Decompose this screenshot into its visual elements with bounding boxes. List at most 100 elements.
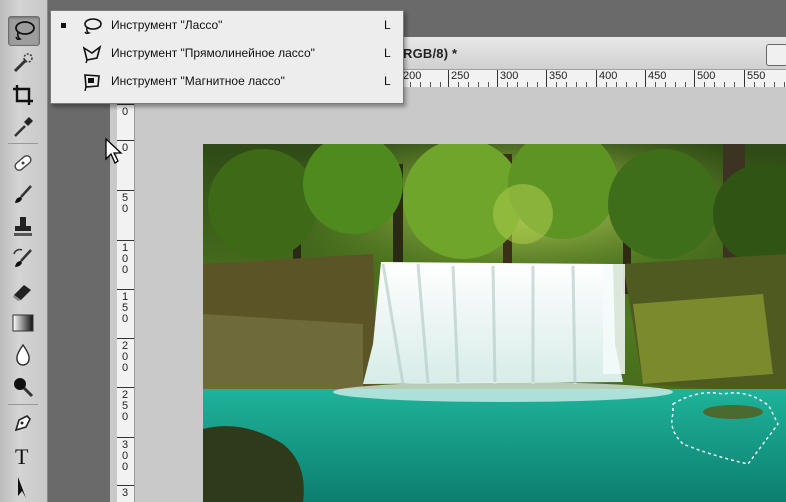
brush-icon (15, 185, 32, 203)
ruler-major-tick (117, 338, 134, 339)
gradient-tool-button[interactable] (4, 308, 42, 338)
clone-stamp-icon (14, 217, 32, 236)
ruler-label: 3 (121, 487, 129, 499)
ruler-major-tick (497, 70, 498, 87)
mouse-cursor-icon (105, 137, 123, 164)
eyedropper-tool-button[interactable] (4, 112, 42, 142)
ruler-label: 2 0 0 (121, 340, 129, 374)
crop-icon (13, 85, 33, 105)
flyout-item-magnetic-lasso[interactable]: Инструмент "Магнитное лассо" L (51, 69, 403, 95)
ruler-minor-tick (665, 82, 666, 87)
quick-selection-icon (13, 53, 33, 73)
toolbar-divider (8, 143, 38, 144)
svg-text:T: T (15, 444, 29, 468)
ruler-major-tick (117, 240, 134, 241)
flyout-item-polygonal-lasso[interactable]: Инструмент "Прямолинейное лассо" L (51, 41, 403, 67)
document-window-button[interactable] (766, 44, 786, 66)
ruler-major-tick (694, 70, 695, 87)
ruler-minor-tick (675, 82, 676, 87)
ruler-minor-tick (586, 82, 587, 87)
pen-tool-button[interactable] (4, 408, 42, 438)
waterfall-image (203, 144, 786, 502)
ruler-minor-tick (488, 82, 489, 87)
flyout-item-shortcut: L (384, 18, 391, 32)
ruler-label: 1 5 0 (121, 291, 129, 325)
ruler-minor-tick (704, 82, 705, 87)
brush-tool-button[interactable] (4, 180, 42, 210)
waterfall-photo[interactable] (203, 144, 786, 502)
ruler-label: 400 (599, 70, 618, 82)
ruler-minor-tick (537, 82, 538, 87)
ruler-minor-tick (527, 82, 528, 87)
flyout-item-shortcut: L (384, 74, 391, 88)
history-brush-tool-button[interactable] (4, 244, 42, 274)
path-selection-icon (18, 477, 26, 498)
type-icon: T (15, 444, 29, 468)
ruler-minor-tick (655, 82, 656, 87)
ruler-major-tick (596, 70, 597, 87)
ruler-label: 200 (403, 70, 422, 82)
flyout-item-label: Инструмент "Лассо" (111, 18, 223, 32)
ruler-minor-tick (507, 82, 508, 87)
ruler-major-tick (117, 190, 134, 191)
blur-tool-button[interactable] (4, 340, 42, 370)
ruler-minor-tick (458, 82, 459, 87)
ruler-minor-tick (606, 82, 607, 87)
ruler-minor-tick (576, 82, 577, 87)
selected-bullet-icon (61, 23, 66, 28)
gradient-icon (12, 314, 34, 332)
ruler-minor-tick (784, 82, 785, 87)
eraser-tool-button[interactable] (4, 276, 42, 306)
crop-tool-button[interactable] (4, 80, 42, 110)
ruler-major-tick (448, 70, 449, 87)
flyout-item-lasso[interactable]: Инструмент "Лассо" L (51, 13, 403, 39)
ruler-minor-tick (685, 82, 686, 87)
ruler-minor-tick (754, 82, 755, 87)
lasso-tool-button[interactable] (8, 16, 40, 46)
quick-selection-tool-button[interactable] (4, 48, 42, 78)
ruler-label: 550 (747, 70, 766, 82)
healing-brush-tool-button[interactable] (4, 148, 42, 178)
ruler-minor-tick (734, 82, 735, 87)
toolbar-divider (8, 404, 38, 405)
lasso-icon (84, 18, 102, 35)
ruler-minor-tick (420, 82, 421, 87)
ruler-minor-tick (566, 82, 567, 87)
ruler-minor-tick (556, 82, 557, 87)
ruler-label: 300 (500, 70, 519, 82)
ruler-minor-tick (440, 82, 441, 87)
ruler-minor-tick (774, 82, 775, 87)
ruler-label: 1 0 0 (121, 242, 129, 276)
ruler-minor-tick (410, 82, 411, 87)
ruler-label: 5 0 (121, 192, 129, 215)
ruler-major-tick (117, 437, 134, 438)
ruler-minor-tick (724, 82, 725, 87)
magnetic-lasso-icon (84, 74, 100, 92)
blur-icon (16, 343, 30, 366)
ruler-minor-tick (764, 82, 765, 87)
lasso-tools-flyout: Инструмент "Лассо" L Инструмент "Прямоли… (50, 10, 404, 104)
ruler-major-tick (744, 70, 745, 87)
ruler-major-tick (117, 485, 134, 486)
ruler-label: 3 0 0 (121, 439, 129, 473)
dodge-tool-button[interactable] (4, 372, 42, 402)
ruler-minor-tick (636, 82, 637, 87)
ruler-minor-tick (478, 82, 479, 87)
ruler-label: 500 (697, 70, 716, 82)
ruler-major-tick (546, 70, 547, 87)
path-selection-tool-button[interactable] (4, 472, 42, 502)
lasso-icon (15, 21, 35, 41)
eraser-icon (13, 285, 31, 301)
dodge-icon (14, 378, 34, 398)
ruler-minor-tick (616, 82, 617, 87)
flyout-item-label: Инструмент "Магнитное лассо" (111, 74, 285, 88)
type-tool-button[interactable]: T (4, 440, 42, 470)
healing-brush-icon (14, 155, 32, 171)
pen-icon (14, 415, 31, 432)
eyedropper-icon (14, 117, 33, 137)
ruler-label: 450 (648, 70, 667, 82)
ruler-label: 2 5 0 (121, 389, 129, 423)
ruler-major-tick (645, 70, 646, 87)
ruler-label: 350 (549, 70, 568, 82)
clone-stamp-tool-button[interactable] (4, 212, 42, 242)
